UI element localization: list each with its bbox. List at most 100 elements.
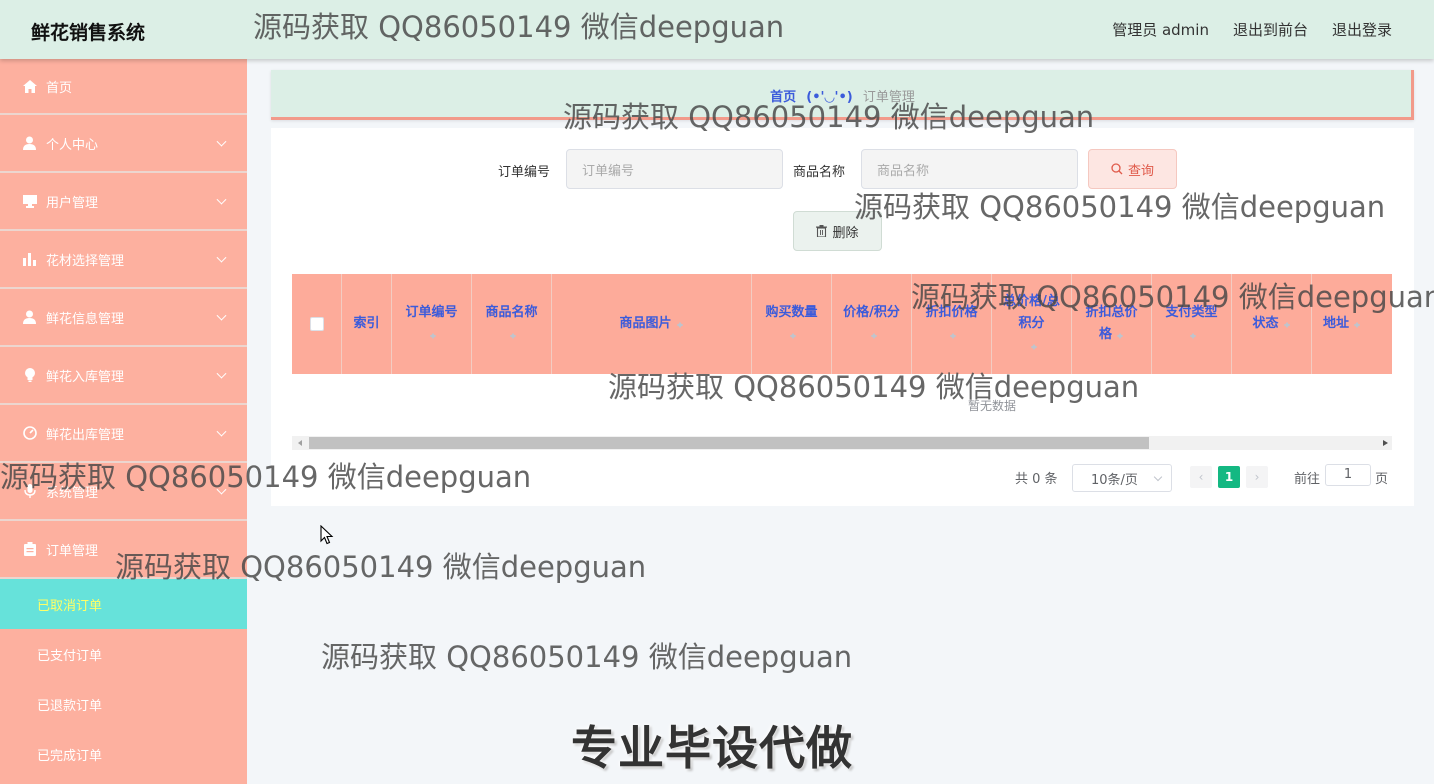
watermark-text: 源码获取 QQ86050149 微信deepguan <box>563 100 1095 134</box>
sidebar-item-label: 鲜花信息管理 <box>46 311 125 327</box>
home-icon <box>22 79 37 94</box>
gauge-icon <box>22 426 37 441</box>
sidebar-subitem-cancelled-orders[interactable]: 已取消订单 <box>0 579 247 629</box>
sort-icon[interactable] <box>1353 319 1361 329</box>
column-header-label: 商品名称 <box>485 305 538 320</box>
top-actions: 管理员 admin 退出到前台 退出登录 <box>1112 19 1392 40</box>
sidebar-item-label: 鲜花出库管理 <box>46 427 125 443</box>
goto-page-input[interactable]: 1 <box>1325 464 1371 486</box>
watermark-text: 源码获取 QQ86050149 微信deepguan <box>253 10 785 44</box>
next-page-button[interactable]: › <box>1246 466 1268 488</box>
sidebar-item-label: 花材选择管理 <box>46 253 125 269</box>
exit-to-front-link[interactable]: 退出到前台 <box>1233 19 1308 40</box>
sidebar-subitem-label: 已完成订单 <box>37 748 103 764</box>
chevron-down-icon <box>216 426 227 437</box>
chevron-down-icon <box>216 194 227 205</box>
scrollbar-thumb[interactable] <box>309 437 1149 449</box>
column-header-product-name[interactable]: 商品名称 <box>472 274 552 374</box>
column-header-label: 订单编号 <box>405 305 458 320</box>
chevron-down-icon <box>216 368 227 379</box>
chevron-down-icon <box>216 252 227 263</box>
sidebar-item-label: 鲜花入库管理 <box>46 369 125 385</box>
sidebar-subitem-paid-orders[interactable]: 已支付订单 <box>0 629 247 679</box>
sort-icon[interactable] <box>1030 341 1038 351</box>
select-all-checkbox[interactable] <box>309 317 324 331</box>
product-name-label: 商品名称 <box>793 165 846 180</box>
scroll-right-icon[interactable] <box>1383 440 1388 446</box>
sidebar-item-personal[interactable]: 个人中心 <box>0 115 247 173</box>
order-no-input[interactable]: 订单编号 <box>566 149 783 189</box>
page-size-value: 10条/页 <box>1091 472 1138 488</box>
column-header-label: 索引 <box>353 316 380 331</box>
search-icon <box>1111 163 1123 175</box>
goto-label: 前往 <box>1294 472 1321 487</box>
column-header-label: 购买数量 <box>765 305 818 320</box>
chevron-right-icon: › <box>1254 470 1260 484</box>
sort-icon[interactable] <box>870 330 878 340</box>
page-number-button[interactable]: 1 <box>1218 466 1240 488</box>
watermark-text: 源码获取 QQ86050149 微信deepguan <box>911 280 1434 314</box>
sidebar-item-label: 用户管理 <box>46 195 99 211</box>
column-header-product-image[interactable]: 商品图片 <box>552 274 752 374</box>
page-suffix: 页 <box>1375 472 1389 487</box>
clipboard-icon <box>22 542 37 557</box>
sidebar-item-label: 个人中心 <box>46 137 99 153</box>
mouse-cursor-icon <box>320 524 334 549</box>
column-header-label: 地址 <box>1322 316 1349 331</box>
chevron-down-icon <box>216 136 227 147</box>
scroll-left-icon[interactable] <box>298 440 302 446</box>
sidebar-subitem-label: 已退款订单 <box>37 698 103 714</box>
column-header-price[interactable]: 价格/积分 <box>832 274 912 374</box>
horizontal-scrollbar[interactable] <box>292 436 1392 450</box>
user-icon <box>22 136 37 151</box>
trash-icon <box>816 225 828 237</box>
admin-label: 管理员 admin <box>1112 21 1209 39</box>
column-header-label: 状态 <box>1252 316 1279 331</box>
logout-link[interactable]: 退出登录 <box>1332 19 1392 40</box>
chevron-left-icon: ‹ <box>1198 470 1204 484</box>
select-all-cell <box>292 274 342 374</box>
order-no-label: 订单编号 <box>498 165 551 180</box>
sidebar: 首页 个人中心 用户管理 花材选择管理 鲜花信息管理 鲜花入库管理 鲜花出库管理… <box>0 59 247 784</box>
sidebar-item-stock-in[interactable]: 鲜花入库管理 <box>0 347 247 405</box>
sidebar-subitem-completed-orders[interactable]: 已完成订单 <box>0 729 247 779</box>
column-header-label: 商品图片 <box>619 316 672 331</box>
monitor-icon <box>22 194 37 209</box>
column-header-order-no[interactable]: 订单编号 <box>392 274 472 374</box>
sidebar-item-label: 订单管理 <box>46 543 99 559</box>
query-button-label: 查询 <box>1127 163 1154 179</box>
sort-icon[interactable] <box>676 319 684 329</box>
sidebar-item-materials[interactable]: 花材选择管理 <box>0 231 247 289</box>
sort-icon[interactable] <box>1116 330 1124 340</box>
sort-icon[interactable] <box>949 330 957 340</box>
sidebar-subitem-label: 已取消订单 <box>37 598 103 614</box>
column-header-label: 价格/积分 <box>843 305 900 320</box>
app-title: 鲜花销售系统 <box>31 22 146 44</box>
product-name-input[interactable]: 商品名称 <box>861 149 1078 189</box>
page-size-select[interactable]: 10条/页 <box>1072 464 1172 492</box>
watermark-text: 源码获取 QQ86050149 微信deepguan <box>854 190 1386 224</box>
sort-icon[interactable] <box>1283 319 1291 329</box>
sort-icon[interactable] <box>429 330 437 340</box>
sort-icon[interactable] <box>509 330 517 340</box>
bulb-icon <box>22 368 37 383</box>
sidebar-item-home[interactable]: 首页 <box>0 59 247 115</box>
sidebar-item-flower-info[interactable]: 鲜花信息管理 <box>0 289 247 347</box>
column-header: 索引 <box>342 274 392 374</box>
sidebar-subitem-refunded-orders[interactable]: 已退款订单 <box>0 679 247 729</box>
sidebar-item-users[interactable]: 用户管理 <box>0 173 247 231</box>
query-button[interactable]: 查询 <box>1088 149 1177 189</box>
column-header-quantity[interactable]: 购买数量 <box>752 274 832 374</box>
watermark-text: 源码获取 QQ86050149 微信deepguan <box>0 460 532 494</box>
watermark-text: 源码获取 QQ86050149 微信deepguan <box>321 640 853 674</box>
chevron-down-icon <box>216 310 227 321</box>
watermark-text: 源码获取 QQ86050149 微信deepguan <box>115 550 647 584</box>
prev-page-button[interactable]: ‹ <box>1190 466 1212 488</box>
chevron-down-icon <box>1153 472 1163 482</box>
sidebar-item-label: 首页 <box>46 80 73 96</box>
watermark-text: 源码获取 QQ86050149 微信deepguan <box>608 370 1140 404</box>
sort-icon[interactable] <box>789 330 797 340</box>
sidebar-subitem-label: 已支付订单 <box>37 648 103 664</box>
sort-icon[interactable] <box>1189 330 1197 340</box>
promo-text: 专业毕设代做 <box>571 721 853 775</box>
